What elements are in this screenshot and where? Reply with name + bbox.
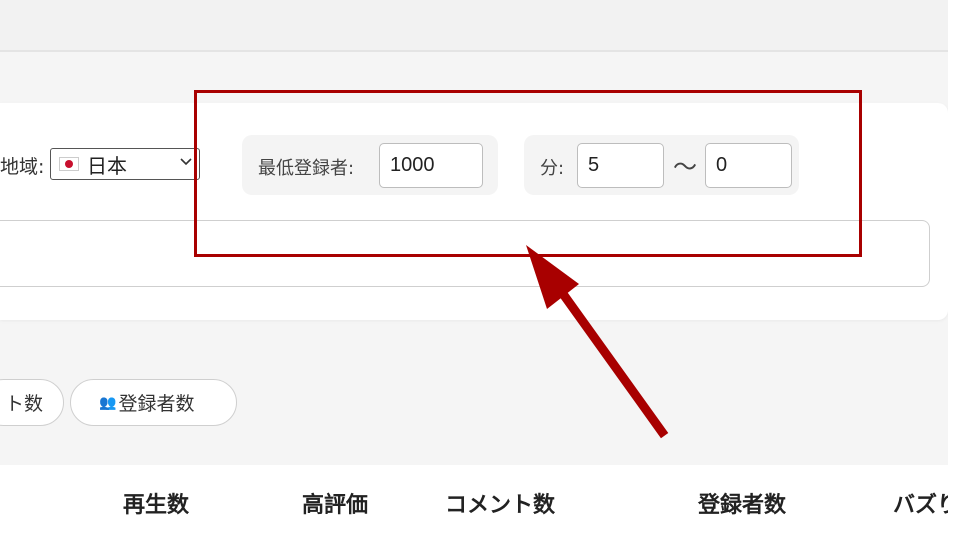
annotation-arrow <box>526 245 669 439</box>
